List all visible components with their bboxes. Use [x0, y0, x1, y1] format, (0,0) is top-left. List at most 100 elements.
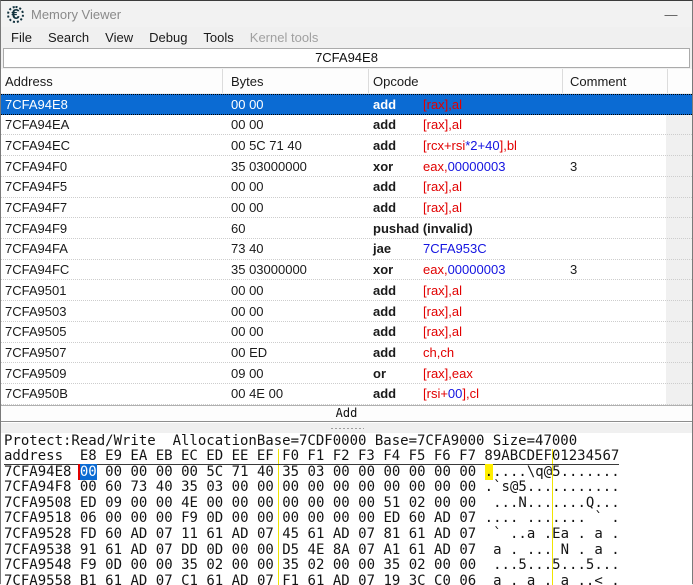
hex-byte[interactable]: 07 — [257, 526, 274, 542]
hex-byte[interactable]: 03 — [308, 464, 325, 480]
hex-byte[interactable]: C0 — [434, 573, 451, 585]
hex-byte[interactable]: A1 — [383, 542, 400, 558]
disasm-row[interactable]: 7CFA94EA00 00add[rax],al — [1, 115, 692, 136]
hex-byte[interactable]: 00 — [156, 464, 173, 480]
hex-byte[interactable]: ED — [383, 510, 400, 526]
hex-byte[interactable]: 07 — [358, 573, 375, 585]
hex-byte[interactable]: 4E — [181, 495, 198, 511]
ascii-char[interactable]: ` — [493, 526, 501, 542]
ascii-char[interactable] — [502, 542, 510, 558]
hex-byte[interactable]: 00 — [434, 495, 451, 511]
hex-byte[interactable]: 61 — [206, 526, 223, 542]
hex-byte[interactable]: 60 — [105, 526, 122, 542]
ascii-char[interactable]: . — [544, 557, 552, 573]
hex-row[interactable]: 7CFA9558 B1 61 AD 07 C1 61 AD 07 F1 61 A… — [4, 574, 692, 585]
hex-byte[interactable]: 00 — [308, 479, 325, 495]
hex-byte[interactable]: 00 — [232, 557, 249, 573]
hex-byte[interactable]: 00 — [282, 510, 299, 526]
hex-byte[interactable]: 00 — [206, 495, 223, 511]
ascii-char[interactable]: a — [594, 542, 602, 558]
disasm-row[interactable]: 7CFA94F960pushad (invalid) — [1, 218, 692, 239]
ascii-char[interactable]: . — [493, 510, 501, 526]
ascii-char[interactable] — [502, 526, 510, 542]
hex-byte[interactable]: 06 — [80, 510, 97, 526]
hex-byte[interactable]: 00 — [181, 464, 198, 480]
ascii-char[interactable]: . — [611, 510, 619, 526]
disasm-row[interactable]: 7CFA950300 00add[rax],al — [1, 301, 692, 322]
hex-byte[interactable]: 02 — [308, 557, 325, 573]
hex-row[interactable]: 7CFA9518 06 00 00 00 F9 0D 00 00 00 00 0… — [4, 511, 692, 527]
hex-byte[interactable]: DD — [181, 542, 198, 558]
ascii-char[interactable]: 5 — [552, 557, 560, 573]
ascii-char[interactable]: . — [577, 510, 585, 526]
ascii-char[interactable]: . — [561, 495, 569, 511]
hex-byte[interactable]: 07 — [358, 526, 375, 542]
hex-byte[interactable]: AD — [333, 526, 350, 542]
hex-row[interactable]: 7CFA94F8 00 60 73 40 35 03 00 00 00 00 0… — [4, 480, 692, 496]
hex-byte[interactable]: C1 — [181, 573, 198, 585]
disasm-row[interactable]: 7CFA94F035 03000000xoreax,000000033 — [1, 156, 692, 177]
hex-byte[interactable]: AD — [333, 573, 350, 585]
ascii-char[interactable]: . — [611, 479, 619, 495]
hex-byte[interactable]: D5 — [282, 542, 299, 558]
hex-byte[interactable]: 00 — [282, 479, 299, 495]
hex-byte[interactable]: 07 — [459, 542, 476, 558]
ascii-char[interactable]: . — [544, 495, 552, 511]
hex-byte[interactable]: 00 — [333, 495, 350, 511]
hex-byte[interactable]: 00 — [358, 464, 375, 480]
ascii-char[interactable] — [603, 526, 611, 542]
ascii-char[interactable]: . — [577, 557, 585, 573]
hex-byte[interactable]: AD — [434, 510, 451, 526]
ascii-char[interactable]: . — [502, 464, 510, 480]
ascii-char[interactable]: @ — [544, 464, 552, 480]
hex-row[interactable]: 7CFA9548 F9 0D 00 00 35 02 00 00 35 02 0… — [4, 558, 692, 574]
hex-byte[interactable]: 61 — [409, 526, 426, 542]
disasm-row[interactable]: 7CFA94EC00 5C 71 40add[rcx+rsi*2+40],bl — [1, 135, 692, 156]
hex-byte[interactable]: F9 — [181, 510, 198, 526]
ascii-char[interactable] — [535, 526, 543, 542]
column-header-address[interactable]: Address — [1, 69, 223, 93]
hex-byte[interactable]: 02 — [206, 557, 223, 573]
ascii-char[interactable] — [518, 573, 526, 585]
hex-byte[interactable]: 71 — [232, 464, 249, 480]
ascii-char[interactable]: . — [518, 464, 526, 480]
ascii-char[interactable]: . — [561, 557, 569, 573]
hex-byte[interactable]: 06 — [459, 573, 476, 585]
hex-byte[interactable]: 00 — [257, 542, 274, 558]
ascii-char[interactable]: . — [594, 479, 602, 495]
ascii-char[interactable]: N — [561, 542, 569, 558]
ascii-char[interactable]: . — [544, 526, 552, 542]
hex-byte[interactable]: AD — [130, 542, 147, 558]
ascii-char[interactable]: . — [611, 542, 619, 558]
hex-row[interactable]: 7CFA9538 91 61 AD 07 DD 0D 00 00 D5 4E 8… — [4, 543, 692, 559]
ascii-char[interactable]: . — [535, 495, 543, 511]
ascii-char[interactable]: . — [577, 526, 585, 542]
disasm-row[interactable]: 7CFA950700 EDaddch,ch — [1, 343, 692, 364]
hex-row[interactable]: 7CFA9528 FD 60 AD 07 11 61 AD 07 45 61 A… — [4, 527, 692, 543]
hex-byte[interactable]: 07 — [257, 573, 274, 585]
hex-byte[interactable]: 81 — [383, 526, 400, 542]
ascii-char[interactable] — [485, 495, 493, 511]
hex-byte[interactable]: 00 — [333, 557, 350, 573]
ascii-char[interactable]: . — [552, 479, 560, 495]
hex-byte[interactable]: 61 — [308, 573, 325, 585]
hex-byte[interactable]: AD — [434, 526, 451, 542]
address-bar[interactable]: 7CFA94E8 — [3, 48, 690, 68]
menu-item-file[interactable]: File — [3, 28, 40, 47]
ascii-char[interactable] — [502, 573, 510, 585]
hex-byte[interactable]: 00 — [80, 479, 97, 495]
hex-byte[interactable]: 00 — [434, 557, 451, 573]
hex-byte[interactable]: 00 — [232, 542, 249, 558]
disasm-row[interactable]: 7CFA94E800 00add[rax],al — [1, 94, 692, 115]
hex-byte[interactable]: 07 — [156, 542, 173, 558]
hex-byte[interactable]: 07 — [459, 526, 476, 542]
disasm-row[interactable]: 7CFA950909 00or[rax],eax — [1, 363, 692, 384]
ascii-char[interactable]: . — [493, 464, 501, 480]
hex-byte[interactable]: 00 — [156, 557, 173, 573]
hex-byte[interactable]: 5C — [206, 464, 223, 480]
ascii-char[interactable]: ` — [594, 510, 602, 526]
hex-byte[interactable]: 00 — [257, 557, 274, 573]
ascii-char[interactable]: . — [577, 479, 585, 495]
disasm-row[interactable]: 7CFA94FC35 03000000xoreax,000000033 — [1, 260, 692, 281]
ascii-char[interactable]: s — [502, 479, 510, 495]
